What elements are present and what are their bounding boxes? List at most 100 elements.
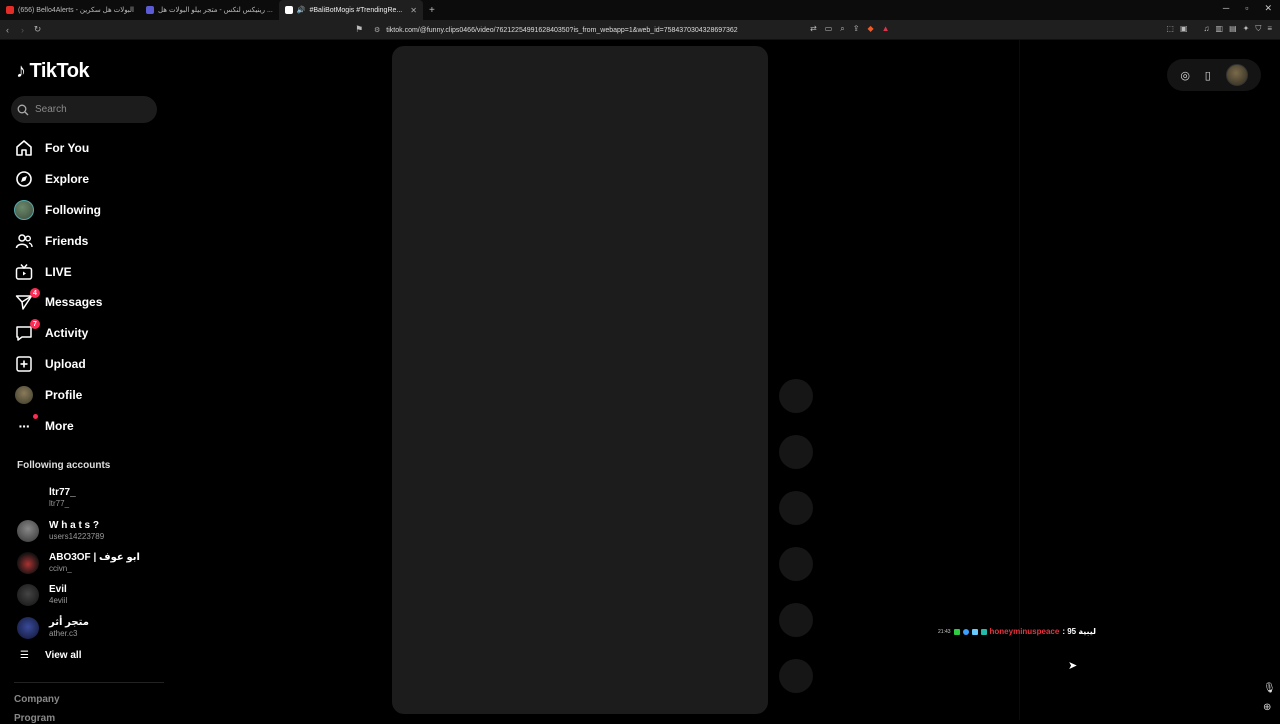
comment-button[interactable]: [779, 491, 813, 525]
logo-text: TikTok: [29, 60, 90, 82]
messages-badge: 4: [30, 288, 40, 299]
nav-more[interactable]: ··· More: [14, 410, 164, 441]
browser-toolbar: ‹ › ↻ ⚑ ⚙ tiktok.com/@funny.clips0466/vi…: [0, 20, 1280, 40]
reload-icon[interactable]: ↻: [30, 24, 45, 35]
nav-label: Friends: [45, 233, 89, 248]
account-name: ABO3OF | ابو عوف: [49, 551, 140, 563]
tab-label: #BaliBotMogis #TrendingRe...: [309, 6, 403, 14]
nav-friends[interactable]: Friends: [14, 225, 164, 256]
nav-live[interactable]: LIVE: [14, 256, 164, 287]
account-handle: users14223789: [49, 531, 105, 541]
back-icon[interactable]: ‹: [0, 25, 15, 35]
device-icon[interactable]: ▯: [1205, 69, 1211, 82]
account-handle: ccivn_: [49, 563, 72, 573]
extension-icon[interactable]: ⬚: [1166, 24, 1174, 34]
vpn-icon[interactable]: ⛉: [1255, 24, 1261, 34]
account-avatar: [17, 519, 39, 542]
overlay-message: : ليبية 95: [1062, 627, 1096, 636]
bookmark-button[interactable]: [779, 547, 813, 581]
nav-label: LIVE: [45, 264, 72, 279]
overlay-username: honeyminuspeace: [989, 627, 1060, 636]
site-favicon-icon: [146, 6, 154, 14]
nav-activity[interactable]: 7 Activity: [14, 318, 164, 349]
search-placeholder: Search: [35, 104, 67, 115]
following-accounts-title: Following accounts: [17, 460, 111, 471]
target-icon[interactable]: ⊕: [1263, 702, 1271, 713]
main-nav: For You Explore Following Friends LIVE 4…: [14, 133, 164, 441]
nav-following[interactable]: Following: [14, 195, 164, 226]
close-tab-icon[interactable]: ✕: [410, 6, 417, 15]
zoom-icon[interactable]: ⌕: [840, 24, 844, 34]
account-item[interactable]: W h a t s ? users14223789: [17, 514, 167, 546]
cast-icon[interactable]: ▭: [825, 24, 833, 34]
list-icon: ☰: [20, 650, 29, 661]
footer-company-link[interactable]: Company: [14, 694, 60, 705]
sidebar-divider: [14, 682, 164, 683]
extension-icon[interactable]: ▣: [1180, 24, 1188, 34]
panel-divider: [1019, 40, 1020, 720]
speaker-icon: 🔊: [296, 7, 306, 14]
brave-shield-icon[interactable]: ◆: [867, 24, 873, 34]
brave-rewards-icon[interactable]: ▲: [882, 24, 890, 34]
account-item[interactable]: متجر أثر ather.c3: [17, 612, 167, 644]
nav-label: For You: [45, 141, 90, 156]
account-item[interactable]: ltr77_ ltr77_: [17, 482, 167, 514]
nav-label: Explore: [45, 172, 90, 187]
menu-icon[interactable]: ≡: [1267, 24, 1272, 34]
account-avatar: [17, 551, 39, 574]
nav-profile[interactable]: Profile: [14, 379, 164, 410]
search-input[interactable]: Search: [11, 96, 157, 123]
badge-icon: [962, 628, 969, 635]
window-controls: ─ ▫ ✕: [1223, 3, 1272, 14]
music-disc-button[interactable]: [779, 659, 813, 693]
minimize-icon[interactable]: ─: [1223, 3, 1229, 14]
activity-badge: 7: [30, 319, 40, 330]
nav-for-you[interactable]: For You: [14, 133, 164, 164]
close-window-icon[interactable]: ✕: [1264, 3, 1272, 14]
share-icon[interactable]: ⇪: [853, 24, 860, 34]
wallet-icon[interactable]: ▤: [1229, 24, 1237, 34]
live-icon: [14, 262, 34, 282]
extension-icons: ⬚ ▣ ♫ ▥ ▤ ✦ ⛉ ≡: [1166, 24, 1272, 34]
youtube-favicon-icon: [6, 6, 14, 14]
search-icon: [17, 104, 29, 115]
nav-label: Messages: [45, 295, 103, 310]
creator-avatar-button[interactable]: [779, 379, 813, 413]
forward-icon[interactable]: ›: [15, 25, 30, 35]
nav-label: Profile: [45, 387, 83, 402]
nav-upload[interactable]: Upload: [14, 349, 164, 380]
browser-tab[interactable]: (656) Bello4Alerts - البولات هل سكرين: [0, 0, 140, 20]
site-info-icon[interactable]: ⚙: [374, 26, 380, 34]
tiktok-logo[interactable]: ♪ TikTok: [16, 60, 90, 83]
more-dot-badge: [33, 413, 38, 419]
translate-icon[interactable]: ⇄: [810, 24, 817, 34]
like-button[interactable]: [779, 435, 813, 469]
nav-label: Upload: [45, 356, 86, 371]
browser-tab-bar: (656) Bello4Alerts - البولات هل سكرين ري…: [0, 0, 1280, 20]
more-icon: ···: [14, 413, 38, 436]
view-all-button[interactable]: ☰ View all: [20, 650, 81, 661]
account-item[interactable]: ABO3OF | ابو عوف ccivn_: [17, 547, 167, 579]
video-player[interactable]: [392, 46, 768, 714]
account-name: W h a t s ?: [49, 519, 99, 531]
share-button[interactable]: [779, 603, 813, 637]
coins-icon[interactable]: ◎: [1180, 69, 1190, 82]
account-avatar: [17, 616, 39, 639]
user-avatar[interactable]: [1225, 64, 1248, 86]
bookmark-icon[interactable]: ⚑: [355, 24, 363, 35]
restore-icon[interactable]: ▫: [1245, 3, 1248, 14]
footer-program-link[interactable]: Program: [14, 713, 55, 724]
microphone-icon[interactable]: 🎙: [1263, 683, 1276, 694]
new-tab-button[interactable]: +: [423, 5, 441, 16]
account-item[interactable]: Evil 4eviil: [17, 579, 167, 611]
nav-explore[interactable]: Explore: [14, 164, 164, 195]
nav-messages[interactable]: 4 Messages: [14, 287, 164, 318]
media-icon[interactable]: ♫: [1204, 24, 1210, 34]
sidebar-icon[interactable]: ▥: [1216, 24, 1224, 34]
browser-tab[interactable]: رينيكس لنكس - متجر بيلو البولات هل ...: [140, 0, 279, 20]
leo-icon[interactable]: ✦: [1243, 24, 1250, 34]
mouse-cursor-icon: ➤: [1068, 660, 1078, 672]
home-icon: [14, 138, 34, 158]
top-right-actions: ◎ ▯: [1167, 59, 1261, 91]
browser-tab-active[interactable]: 🔊 #BaliBotMogis #TrendingRe... ✕: [278, 0, 423, 20]
